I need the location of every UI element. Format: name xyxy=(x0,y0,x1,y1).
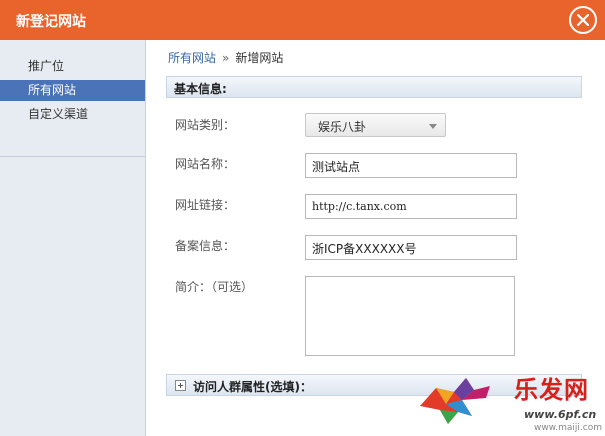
site-url-label: 网址链接： xyxy=(175,198,236,212)
sidebar-divider xyxy=(0,156,145,157)
dialog-title: 新登记网站 xyxy=(16,14,86,30)
breadcrumb-current: 新增网站 xyxy=(235,51,284,65)
sidebar: 推广位 所有网站 自定义渠道 xyxy=(0,40,146,436)
record-info-label: 备案信息： xyxy=(175,239,236,253)
category-selected-value: 娱乐八卦 xyxy=(318,120,367,134)
sidebar-item-all-sites[interactable]: 所有网站 xyxy=(0,80,145,101)
category-select[interactable]: 娱乐八卦 xyxy=(305,113,446,137)
close-button[interactable] xyxy=(569,6,597,34)
expand-plus-icon[interactable] xyxy=(175,380,186,391)
chevron-down-icon xyxy=(429,124,437,129)
site-url-input[interactable]: http://c.tanx.com xyxy=(305,194,517,219)
breadcrumb-parent-link[interactable]: 所有网站 xyxy=(168,51,216,65)
basic-info-section-header: 基本信息: xyxy=(166,76,582,98)
dialog-titlebar: 新登记网站 xyxy=(0,0,605,40)
sidebar-item-custom-channels[interactable]: 自定义渠道 xyxy=(0,104,145,125)
audience-section-title: 访问人群属性(选填)： xyxy=(193,380,312,394)
close-icon xyxy=(577,14,589,26)
category-label: 网站类别： xyxy=(175,118,236,132)
watermark-url-secondary: www.maiji.com xyxy=(534,423,602,433)
audience-section-header[interactable]: 访问人群属性(选填)： xyxy=(166,374,582,396)
site-name-label: 网站名称： xyxy=(175,157,236,171)
breadcrumb-separator: » xyxy=(222,51,230,65)
intro-label: 简介：（可选） xyxy=(175,280,254,294)
breadcrumb: 所有网站 » 新增网站 xyxy=(168,49,283,66)
site-name-input[interactable]: 测试站点 xyxy=(305,153,517,178)
basic-info-title: 基本信息: xyxy=(174,82,227,96)
sidebar-item-ad-slots[interactable]: 推广位 xyxy=(0,56,145,77)
watermark-url: www.6pf.cn xyxy=(524,408,597,421)
intro-textarea[interactable] xyxy=(305,276,515,356)
record-info-input[interactable]: 浙ICP备XXXXXX号 xyxy=(305,235,517,260)
